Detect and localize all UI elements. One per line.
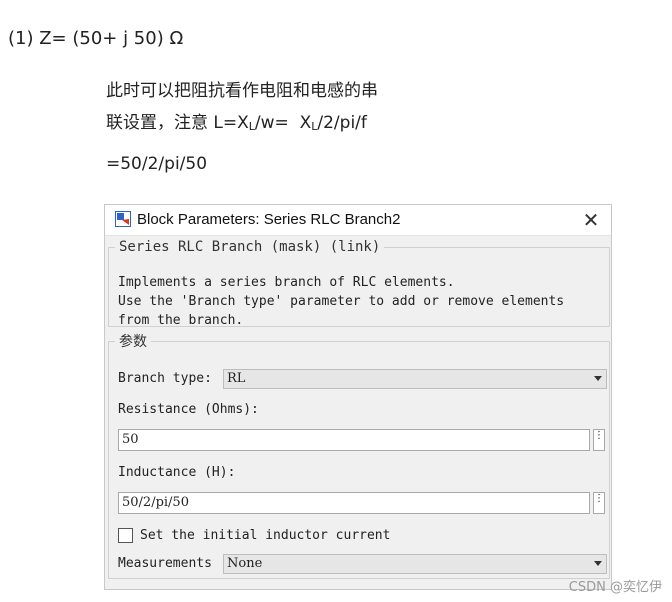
mask-group-title: Series RLC Branch (mask) (link) [119,239,381,255]
inductance-options-button[interactable]: ⋮ [593,492,605,514]
parameters-group: 参数 Branch type: RL Resistance (Ohms): 50… [108,331,610,579]
csdn-watermark: CSDN @奕忆伊 [568,580,662,595]
note-line-2: 联设置，注意 L=XL/w= XL/2/pi/f [106,108,367,133]
description-line: Implements a series branch of RLC elemen… [118,275,455,290]
simulink-block-icon [115,211,131,227]
description-line: from the branch. [118,313,244,328]
initial-current-label: Set the initial inductor current [140,528,391,543]
resistance-input[interactable]: 50 [118,429,590,451]
branch-type-label: Branch type: [118,371,212,386]
parameters-group-title: 参数 [119,334,147,350]
inductance-label: Inductance (H): [118,465,236,480]
branch-type-select[interactable]: RL [223,369,607,389]
branch-type-value: RL [227,371,246,386]
chevron-down-icon [594,376,602,381]
measurements-select[interactable]: None [223,554,607,574]
resistance-label: Resistance (Ohms): [118,402,259,417]
block-parameters-dialog: Block Parameters: Series RLC Branch2 ✕ S… [104,204,612,590]
note-line-1: 此时可以把阻抗看作电阻和电感的串 [106,81,378,101]
inductance-input[interactable]: 50/2/pi/50 [118,492,590,514]
problem-line: (1) Z= (50+ j 50) Ω [8,28,184,49]
vertical-ellipsis-icon: ⋮ [594,430,604,441]
note-line-3: =50/2/pi/50 [106,154,208,174]
vertical-ellipsis-icon: ⋮ [594,493,604,504]
resistance-options-button[interactable]: ⋮ [593,429,605,451]
mask-description-group: Series RLC Branch (mask) (link) Implemen… [108,239,610,328]
chevron-down-icon [594,561,602,566]
initial-current-checkbox[interactable] [118,528,133,543]
description-line: Use the 'Branch type' parameter to add o… [118,294,565,309]
close-button[interactable]: ✕ [571,205,611,235]
dialog-title: Block Parameters: Series RLC Branch2 [137,211,401,228]
measurements-label: Measurements [118,556,212,571]
measurements-value: None [227,556,263,571]
note-line-2-post: /2/pi/f [317,113,367,133]
title-bar[interactable]: Block Parameters: Series RLC Branch2 ✕ [105,205,611,236]
note-line-2-pre: 联设置，注意 L=X [106,113,249,133]
close-icon: ✕ [582,208,600,232]
note-line-2-mid: /w= X [254,113,312,133]
